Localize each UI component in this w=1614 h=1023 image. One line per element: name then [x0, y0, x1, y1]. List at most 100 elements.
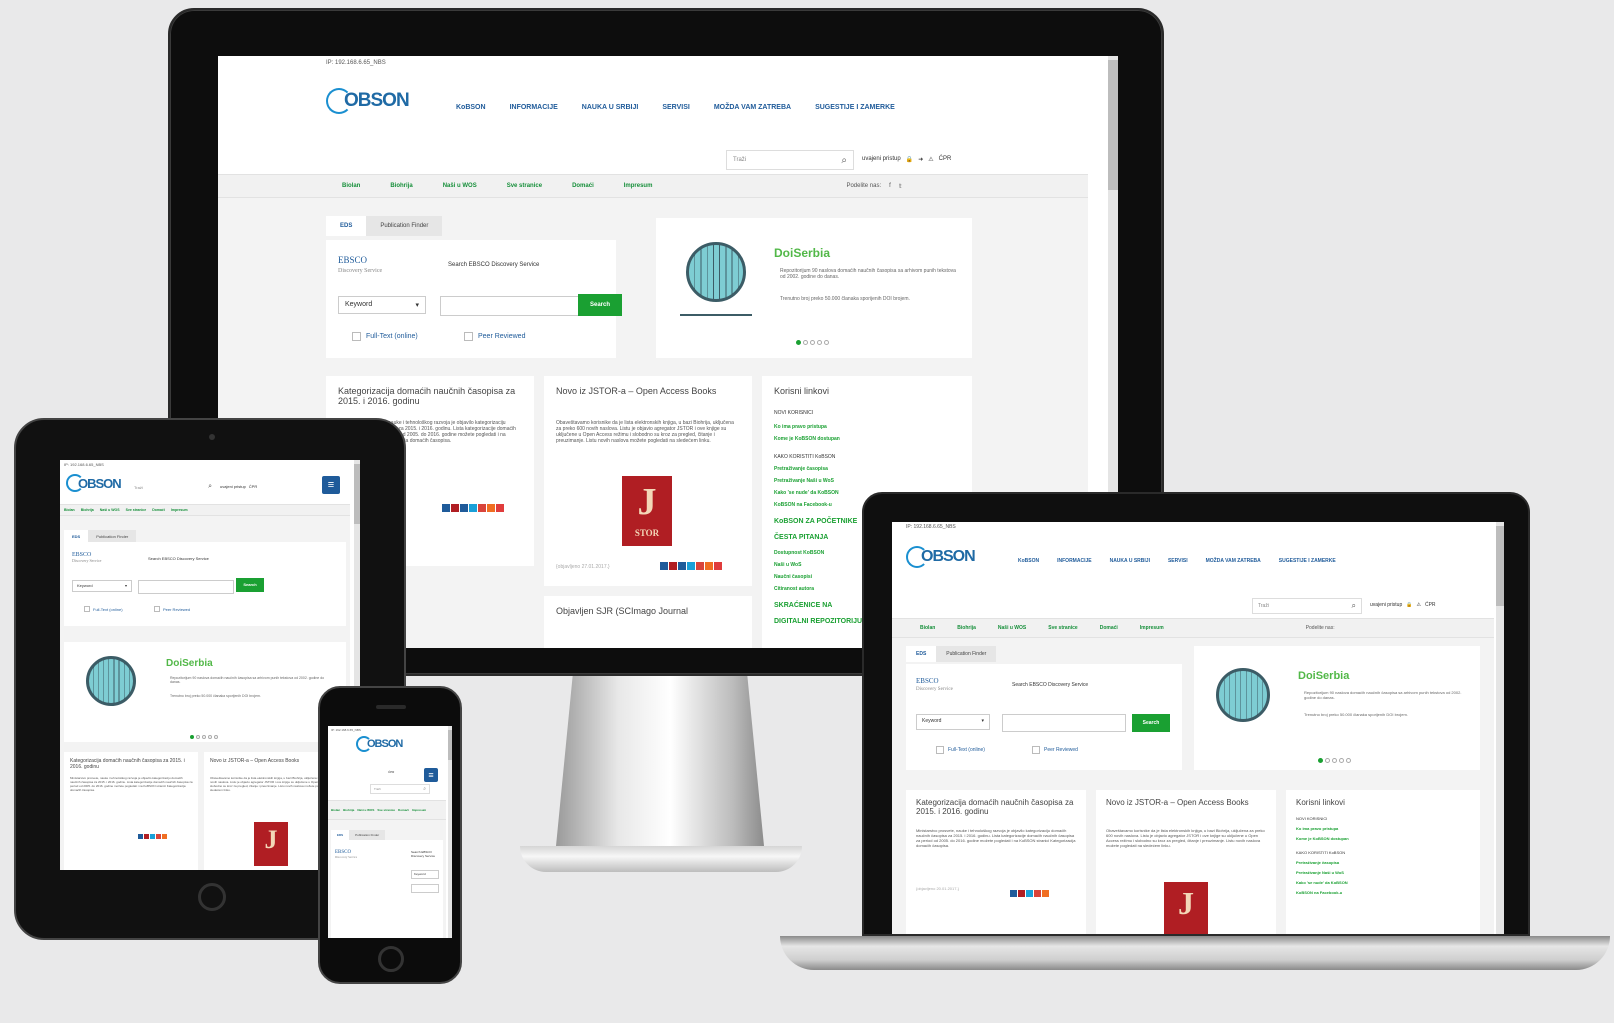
subnav-sve[interactable]: Sve stranice [377, 808, 395, 812]
search-input[interactable]: Traži ⌕ [1252, 598, 1362, 614]
nav-mozda[interactable]: MOŽDA VAM ZATREBA [714, 104, 791, 111]
nav-nauka[interactable]: NAUKA U SRBIJI [1110, 558, 1150, 564]
search-input[interactable]: Traži ⌕ [726, 150, 854, 170]
link-skracenice[interactable]: SKRAĆENICE NA [774, 602, 832, 609]
news-title[interactable]: Novo iz JSTOR-a – Open Access Books [1106, 798, 1266, 807]
link-nasi[interactable]: Naši u WoS [774, 562, 801, 568]
news-title[interactable]: Kategorizacija domaćih naučnih časopisa … [70, 758, 194, 770]
twitter-icon[interactable]: 𝕥 [899, 183, 902, 190]
subnav-nasi[interactable]: Naši u WOS [357, 808, 374, 812]
fulltext-checkbox[interactable]: Full-Text (online) [84, 606, 123, 612]
subnav-nasi[interactable]: Naši u WOS [100, 508, 120, 512]
facebook-icon[interactable]: f [889, 183, 891, 189]
link-pristup[interactable]: Ko ima pravo pristupa [774, 424, 827, 430]
nav-mozda[interactable]: MOŽDA VAM ZATREBA [1206, 558, 1261, 564]
subnav-biohrija[interactable]: Biohrija [343, 808, 354, 812]
hamburger-icon[interactable]: ≡ [322, 476, 340, 494]
sitemap-icon[interactable]: ⚠ [928, 156, 933, 163]
search-button[interactable]: Search [1132, 714, 1170, 732]
lock-icon[interactable]: 🔒 [906, 156, 913, 163]
subnav-sve[interactable]: Sve stranice [1048, 625, 1077, 631]
tab-publication-finder[interactable]: Publication Finder [366, 216, 443, 236]
search-input[interactable]: Traži ⌕ [130, 480, 216, 494]
hamburger-icon[interactable]: ≡ [424, 768, 438, 782]
doiserbia-card[interactable]: DoiSerbia Repozitorijum 90 naslova domać… [64, 642, 346, 742]
link-how-4[interactable]: KoBSON na Facebook-u [774, 502, 832, 508]
subnav-biolan[interactable]: Biolan [342, 183, 360, 189]
link-dostupan[interactable]: Kome je KoBSON dostupan [774, 436, 840, 442]
share-icons[interactable] [138, 826, 168, 844]
nav-servisi[interactable]: SERVISI [662, 104, 690, 111]
subnav-biohrija[interactable]: Biohrija [81, 508, 94, 512]
news-title[interactable]: Kategorizacija domaćih naučnih časopisa … [916, 798, 1076, 816]
news-title[interactable]: Kategorizacija domaćih naučnih časopisa … [338, 386, 522, 406]
tab-eds[interactable]: EDS [326, 216, 367, 236]
share-icons[interactable] [1010, 884, 1050, 902]
kobson-logo[interactable]: OBSON [66, 474, 122, 492]
subnav-biolan[interactable]: Biolan [920, 625, 935, 631]
cir-toggle[interactable]: ĆPR [388, 770, 394, 774]
nav-servisi[interactable]: SERVISI [1168, 558, 1188, 564]
cir-toggle[interactable]: ĆPR [1425, 602, 1436, 608]
subnav-nasi[interactable]: Naši u WOS [443, 183, 477, 189]
search-icon[interactable]: ⌕ [208, 483, 212, 491]
subnav-domaci[interactable]: Domaći [152, 508, 165, 512]
search-field[interactable] [138, 580, 234, 594]
link-citiranost[interactable]: Citiranost autora [774, 586, 814, 592]
fulltext-checkbox[interactable]: Full-Text (online) [936, 746, 985, 754]
doiserbia-card[interactable]: DoiSerbia Repozitorijum 90 naslova domać… [1194, 646, 1480, 770]
subnav-impresum[interactable]: Impresum [624, 183, 653, 189]
subnav-domaci[interactable]: Domaći [572, 183, 594, 189]
lock-icon[interactable]: 🔒 [1406, 602, 1412, 608]
kobson-logo[interactable]: OBSON [356, 736, 403, 752]
nav-kobson[interactable]: KoBSON [1018, 558, 1039, 564]
subnav-domaci[interactable]: Domaći [398, 808, 409, 812]
fulltext-checkbox[interactable]: Full-Text (online) [352, 332, 418, 341]
tab-publication-finder[interactable]: Publication Finder [936, 646, 997, 662]
scrollbar[interactable] [1496, 522, 1504, 934]
sitemap-icon[interactable]: ⚠ [1416, 602, 1420, 608]
home-button[interactable] [198, 883, 226, 911]
subnav-nasi[interactable]: Naši u WOS [998, 625, 1026, 631]
subnav-biolan[interactable]: Biolan [64, 508, 75, 512]
search-button[interactable]: Search [578, 294, 622, 316]
link-pocetnici[interactable]: KoBSON ZA POČETNIKE [774, 518, 857, 525]
search-field[interactable] [440, 296, 580, 316]
keyword-select[interactable]: Keyword ▾ [916, 714, 990, 730]
subnav-biohrija[interactable]: Biohrija [957, 625, 976, 631]
search-field[interactable] [411, 884, 439, 893]
link-how-1[interactable]: Pretraživanje časopisa [774, 466, 828, 472]
nav-nauka[interactable]: NAUKA U SRBIJI [582, 104, 639, 111]
subnav-impresum[interactable]: Impresum [1140, 625, 1164, 631]
search-input[interactable]: Traži ⌕ [370, 784, 430, 794]
news-title[interactable]: Objavljen SJR (SCImago Journal [556, 606, 756, 616]
peer-reviewed-checkbox[interactable]: Peer Reviewed [464, 332, 525, 341]
share-icons[interactable] [442, 504, 505, 514]
link-dostupnost[interactable]: Dostupnost KoBSON [774, 550, 824, 556]
search-icon[interactable]: ⌕ [1352, 601, 1356, 611]
subnav-biohrija[interactable]: Biohrija [390, 183, 412, 189]
link-how-4[interactable]: KoBSON na Facebook-u [1296, 890, 1342, 895]
link-casopisi[interactable]: Naučni časopisi [774, 574, 812, 580]
news-title[interactable]: Novo iz JSTOR-a – Open Access Books [556, 386, 740, 396]
doiserbia-card[interactable]: DoiSerbia Repozitorijum 90 naslova domać… [656, 218, 972, 358]
tab-publication-finder[interactable]: Publication Finder [349, 830, 386, 840]
kobson-logo[interactable]: OBSON [906, 546, 976, 568]
keyword-select[interactable]: Keyword ▾ [338, 296, 426, 314]
cir-toggle[interactable]: ĆPR [249, 484, 257, 489]
carousel-dots[interactable] [1318, 750, 1353, 768]
link-repozitorijum[interactable]: DIGITALNI REPOZITORIJUM [774, 618, 868, 625]
link-how-2[interactable]: Pretraživanje Naši u WoS [774, 478, 834, 484]
subnav-sve[interactable]: Sve stranice [507, 183, 542, 189]
share-icons[interactable] [660, 562, 723, 572]
subnav-sve[interactable]: Sve stranice [126, 508, 147, 512]
nav-sugestije[interactable]: SUGESTIJE I ZAMERKE [815, 104, 895, 111]
subnav-impresum[interactable]: Impresum [412, 808, 426, 812]
carousel-dots[interactable] [190, 726, 220, 744]
link-how-3[interactable]: Kako 'se nude' da KoBSON [1296, 880, 1348, 885]
nav-informacije[interactable]: INFORMACIJE [510, 104, 558, 111]
keyword-select[interactable]: Keyword [411, 870, 439, 879]
link-pitanja[interactable]: ČESTA PITANJA [774, 534, 828, 541]
peer-reviewed-checkbox[interactable]: Peer Reviewed [154, 606, 190, 612]
login-icon[interactable]: ➜ [918, 156, 923, 163]
